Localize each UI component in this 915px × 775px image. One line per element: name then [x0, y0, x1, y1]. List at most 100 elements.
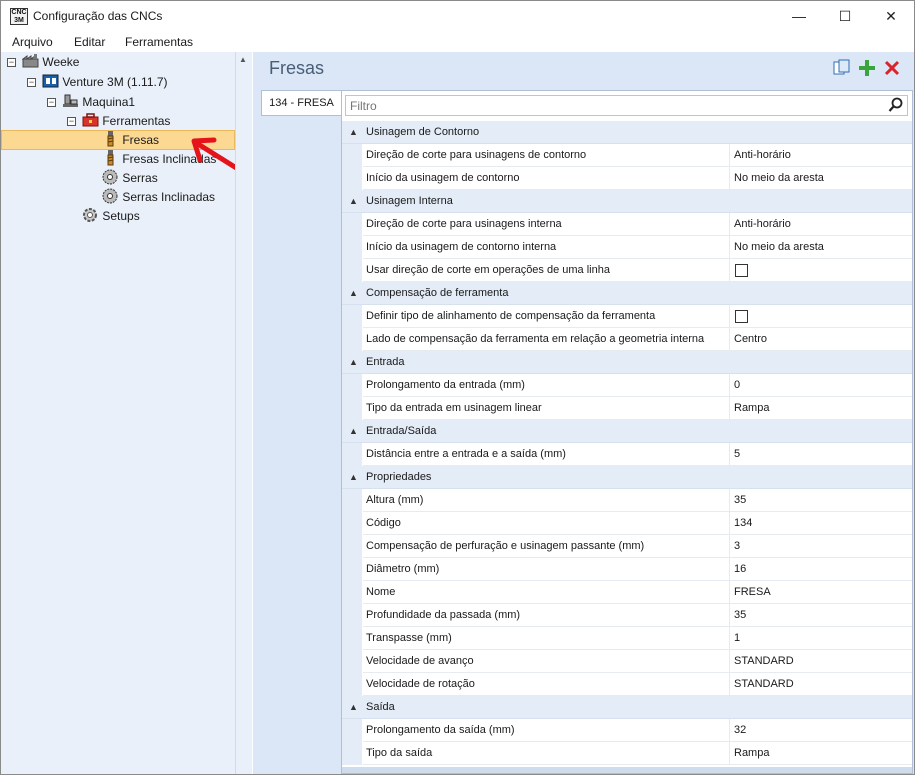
- tree-item-weeke[interactable]: Weeke: [21, 53, 79, 72]
- property-value[interactable]: Centro: [730, 328, 912, 351]
- property-value[interactable]: [730, 259, 912, 282]
- tree-item-maquina1[interactable]: Maquina1: [62, 93, 135, 112]
- property-value[interactable]: Rampa: [730, 397, 912, 420]
- property-name: Nome: [363, 581, 730, 604]
- property-row[interactable]: Início da usinagem de contorno interna No…: [342, 236, 912, 259]
- property-value[interactable]: Rampa: [730, 742, 912, 765]
- property-name: Código: [363, 512, 730, 535]
- collapse-chevron-icon[interactable]: ▲: [349, 426, 358, 436]
- property-value[interactable]: Anti-horário: [730, 213, 912, 236]
- property-row[interactable]: Lado de compensação da ferramenta em rel…: [342, 328, 912, 351]
- app-window: CNC 3M Configuração das CNCs — ☐ ✕ Arqui…: [0, 0, 915, 775]
- property-checkbox[interactable]: [735, 310, 748, 323]
- property-name: Velocidade de rotação: [363, 673, 730, 696]
- tree-scrollbar[interactable]: ▲: [235, 52, 252, 774]
- collapse-chevron-icon[interactable]: ▲: [349, 702, 358, 712]
- property-value[interactable]: 0: [730, 374, 912, 397]
- filter-input[interactable]: [346, 96, 876, 115]
- property-value[interactable]: 32: [730, 719, 912, 742]
- tab-134-fresa[interactable]: 134 - FRESA: [261, 90, 341, 116]
- scroll-up-icon[interactable]: ▲: [239, 55, 247, 64]
- tree-item-label: Serras: [122, 171, 158, 185]
- property-row[interactable]: Definir tipo de alinhamento de compensaç…: [342, 305, 912, 328]
- property-category[interactable]: ▲ Usinagem de Contorno: [342, 121, 912, 144]
- property-value[interactable]: 5: [730, 443, 912, 466]
- property-value[interactable]: STANDARD: [730, 673, 912, 696]
- collapse-chevron-icon[interactable]: ▲: [349, 357, 358, 367]
- property-name: Prolongamento da saída (mm): [363, 719, 730, 742]
- collapse-chevron-icon[interactable]: ▲: [349, 472, 358, 482]
- property-row[interactable]: Transpasse (mm) 1: [342, 627, 912, 650]
- collapse-icon[interactable]: −: [47, 98, 56, 107]
- property-row[interactable]: Tipo da entrada em usinagem linear Rampa: [342, 397, 912, 420]
- property-row[interactable]: Distância entre a entrada e a saída (mm)…: [342, 443, 912, 466]
- property-row[interactable]: Compensação de perfuração e usinagem pas…: [342, 535, 912, 558]
- property-value[interactable]: No meio da aresta: [730, 167, 912, 190]
- copy-icon[interactable]: [833, 59, 851, 77]
- tree-item-serras-inclinadas[interactable]: Serras Inclinadas: [102, 188, 215, 207]
- drill-bit-icon: [107, 131, 114, 147]
- tree-item-venture[interactable]: Venture 3M (1.11.7): [42, 73, 168, 92]
- menu-arquivo[interactable]: Arquivo: [12, 35, 53, 49]
- property-row[interactable]: Tipo da saída Rampa: [342, 742, 912, 765]
- collapse-chevron-icon[interactable]: ▲: [349, 196, 358, 206]
- window-title: Configuração das CNCs: [33, 9, 163, 23]
- property-category[interactable]: ▲ Saída: [342, 696, 912, 719]
- property-category[interactable]: ▲ Entrada/Saída: [342, 420, 912, 443]
- tree-item-fresas[interactable]: Fresas: [102, 131, 159, 150]
- property-checkbox[interactable]: [735, 264, 748, 277]
- add-icon[interactable]: [858, 59, 876, 77]
- delete-icon[interactable]: [883, 59, 901, 77]
- property-row[interactable]: Início da usinagem de contorno No meio da…: [342, 167, 912, 190]
- maximize-button[interactable]: ☐: [822, 1, 868, 32]
- resize-grip[interactable]: [342, 767, 912, 773]
- property-value[interactable]: No meio da aresta: [730, 236, 912, 259]
- property-value[interactable]: Anti-horário: [730, 144, 912, 167]
- row-gutter: [342, 604, 362, 627]
- property-value[interactable]: 16: [730, 558, 912, 581]
- property-row[interactable]: Usar direção de corte em operações de um…: [342, 259, 912, 282]
- property-value[interactable]: 35: [730, 489, 912, 512]
- property-row[interactable]: Velocidade de rotação STANDARD: [342, 673, 912, 696]
- property-category[interactable]: ▲ Propriedades: [342, 466, 912, 489]
- tree-item-ferramentas[interactable]: Ferramentas: [82, 112, 170, 131]
- property-category[interactable]: ▲ Compensação de ferramenta: [342, 282, 912, 305]
- minimize-button[interactable]: —: [776, 1, 822, 32]
- property-category[interactable]: ▲ Usinagem Interna: [342, 190, 912, 213]
- close-button[interactable]: ✕: [868, 1, 914, 32]
- collapse-chevron-icon[interactable]: ▲: [349, 288, 358, 298]
- property-row[interactable]: Diâmetro (mm) 16: [342, 558, 912, 581]
- property-row[interactable]: Código 134: [342, 512, 912, 535]
- search-icon[interactable]: [888, 97, 904, 113]
- collapse-icon[interactable]: −: [27, 78, 36, 87]
- app-icon-text-top: CNC: [11, 9, 27, 16]
- property-row[interactable]: Direção de corte para usinagens de conto…: [342, 144, 912, 167]
- property-row[interactable]: Prolongamento da entrada (mm) 0: [342, 374, 912, 397]
- property-row[interactable]: Profundidade da passada (mm) 35: [342, 604, 912, 627]
- property-value[interactable]: 134: [730, 512, 912, 535]
- collapse-chevron-icon[interactable]: ▲: [349, 127, 358, 137]
- tree-item-setups[interactable]: Setups: [82, 207, 140, 226]
- menu-ferramentas[interactable]: Ferramentas: [125, 35, 193, 49]
- property-value[interactable]: [730, 305, 912, 328]
- tree-item-label: Setups: [102, 209, 140, 223]
- property-value[interactable]: 3: [730, 535, 912, 558]
- property-category[interactable]: ▲ Entrada: [342, 351, 912, 374]
- property-row[interactable]: Altura (mm) 35: [342, 489, 912, 512]
- tree-pane: − Weeke − Venture 3M (1.11.7) − Maquina1…: [1, 52, 249, 774]
- property-row[interactable]: Direção de corte para usinagens interna A…: [342, 213, 912, 236]
- cnc-machine-icon: [42, 74, 59, 88]
- property-value[interactable]: FRESA: [730, 581, 912, 604]
- collapse-icon[interactable]: −: [7, 58, 16, 67]
- property-value[interactable]: 35: [730, 604, 912, 627]
- collapse-icon[interactable]: −: [67, 117, 76, 126]
- property-row[interactable]: Prolongamento da saída (mm) 32: [342, 719, 912, 742]
- row-gutter: [342, 259, 362, 282]
- property-value[interactable]: 1: [730, 627, 912, 650]
- property-row[interactable]: Nome FRESA: [342, 581, 912, 604]
- property-name: Distância entre a entrada e a saída (mm): [363, 443, 730, 466]
- menu-editar[interactable]: Editar: [74, 35, 105, 49]
- tree-item-serras[interactable]: Serras: [102, 169, 158, 188]
- property-row[interactable]: Velocidade de avanço STANDARD: [342, 650, 912, 673]
- property-value[interactable]: STANDARD: [730, 650, 912, 673]
